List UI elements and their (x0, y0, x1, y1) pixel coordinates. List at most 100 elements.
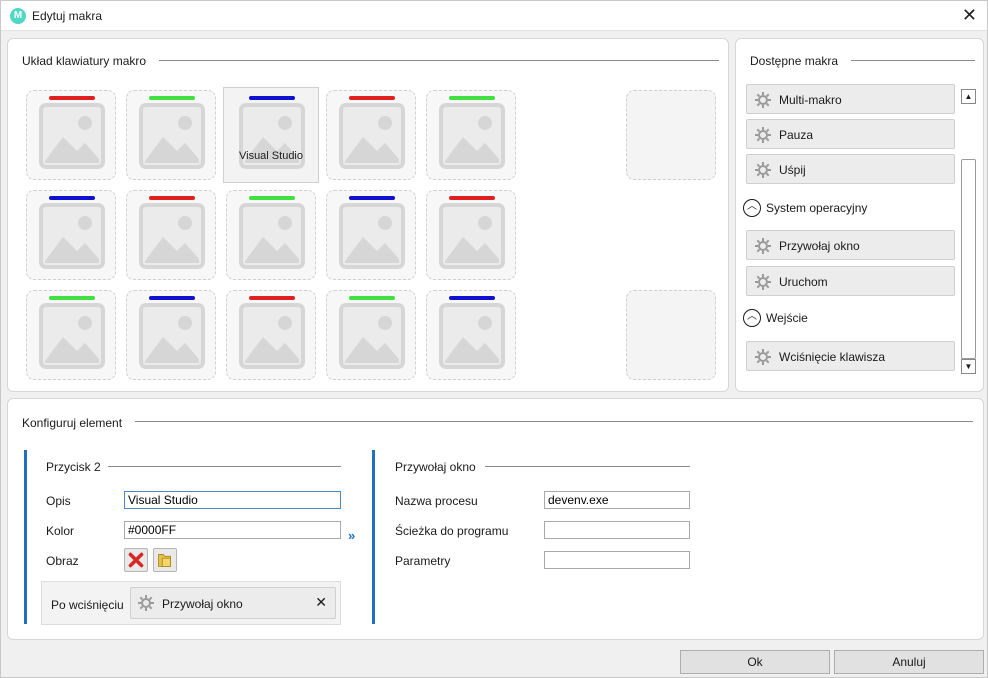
macro-key[interactable] (126, 290, 216, 380)
image-placeholder-icon (139, 203, 205, 269)
key-color-bar (249, 196, 295, 200)
key-color-bar (49, 96, 95, 100)
gear-icon (755, 349, 771, 365)
image-placeholder-icon (39, 103, 105, 169)
ok-button[interactable]: Ok (680, 650, 830, 674)
macro-item-label: Przywołaj okno (779, 239, 860, 253)
remove-image-button[interactable] (124, 548, 148, 572)
image-placeholder-icon (439, 203, 505, 269)
folder-icon (158, 554, 171, 567)
macro-key[interactable] (426, 90, 516, 180)
scroll-up-arrow-icon[interactable]: ▲ (961, 89, 976, 104)
color-label: Kolor (46, 524, 75, 538)
macro-key[interactable] (326, 190, 416, 280)
action-panel-title: Przywołaj okno (395, 460, 476, 474)
image-placeholder-icon (439, 103, 505, 169)
close-icon[interactable]: ✕ (962, 5, 977, 25)
accent-bar (24, 450, 27, 624)
macro-item-label: Uruchom (779, 275, 828, 289)
configure-element-title: Konfiguruj element (22, 416, 129, 430)
macro-item-pauza[interactable]: Pauza (746, 119, 955, 149)
key-color-bar (249, 96, 295, 100)
after-press-label: Po wciśnięciu (51, 598, 124, 612)
macro-key[interactable] (26, 190, 116, 280)
image-label: Obraz (46, 554, 79, 568)
macro-key[interactable] (26, 90, 116, 180)
parameters-label: Parametry (395, 554, 451, 568)
image-placeholder-icon (339, 303, 405, 369)
macro-item-label: Uśpij (779, 163, 806, 177)
key-color-bar (49, 196, 95, 200)
scrollbar-thumb[interactable] (961, 159, 976, 359)
macro-key[interactable]: Visual Studio (223, 87, 319, 183)
macro-key[interactable] (226, 190, 316, 280)
gear-icon (755, 92, 771, 108)
macro-key[interactable] (226, 290, 316, 380)
key-color-bar (449, 296, 495, 300)
gear-icon (755, 274, 771, 290)
cancel-button[interactable]: Anuluj (834, 650, 984, 674)
category-label: Wejście (766, 311, 808, 325)
empty-key-slot[interactable] (626, 90, 716, 180)
key-color-bar (349, 296, 395, 300)
delete-x-icon (128, 552, 144, 568)
program-path-input[interactable] (544, 521, 690, 539)
app-logo-icon: M (10, 8, 26, 24)
image-placeholder-icon (239, 203, 305, 269)
key-color-bar (149, 96, 195, 100)
scroll-down-arrow-icon[interactable]: ▼ (961, 359, 976, 374)
empty-key-slot[interactable] (626, 290, 716, 380)
gear-icon (755, 162, 771, 178)
image-placeholder-icon (39, 203, 105, 269)
gear-icon (755, 127, 771, 143)
macro-key[interactable] (126, 190, 216, 280)
macro-key[interactable] (426, 290, 516, 380)
gear-icon (755, 238, 771, 254)
divider (108, 466, 341, 467)
macro-item-uspij[interactable]: Uśpij (746, 154, 955, 184)
divider (159, 60, 719, 61)
color-input[interactable] (124, 521, 341, 539)
macro-item-label: Wciśnięcie klawisza (779, 350, 886, 364)
macro-key[interactable] (126, 90, 216, 180)
macro-key[interactable] (426, 190, 516, 280)
macro-item-przywolaj-okno[interactable]: Przywołaj okno (746, 230, 955, 260)
key-color-bar (349, 196, 395, 200)
key-color-bar (349, 96, 395, 100)
category-label: System operacyjny (766, 201, 868, 215)
image-placeholder-icon (239, 303, 305, 369)
expand-arrows-icon[interactable]: » (348, 528, 355, 543)
key-color-bar (249, 296, 295, 300)
image-placeholder-icon (39, 303, 105, 369)
image-placeholder-icon (139, 103, 205, 169)
image-placeholder-icon (139, 303, 205, 369)
process-name-label: Nazwa procesu (395, 494, 478, 508)
macro-key[interactable] (326, 290, 416, 380)
image-placeholder-icon (439, 303, 505, 369)
macro-item-uruchom[interactable]: Uruchom (746, 266, 955, 296)
desc-input[interactable] (124, 491, 341, 509)
key-color-bar (449, 196, 495, 200)
key-color-bar (49, 296, 95, 300)
chevron-up-icon[interactable]: ︿ (743, 309, 761, 327)
window-title: Edytuj makra (32, 9, 103, 23)
process-name-input[interactable] (544, 491, 690, 509)
parameters-input[interactable] (544, 551, 690, 569)
chevron-up-icon[interactable]: ︿ (743, 199, 761, 217)
key-color-bar (149, 296, 195, 300)
gear-icon (138, 595, 154, 611)
key-label: Visual Studio (238, 150, 303, 162)
key-color-bar (149, 196, 195, 200)
desc-label: Opis (46, 494, 71, 508)
browse-image-button[interactable] (153, 548, 177, 572)
macro-key[interactable] (326, 90, 416, 180)
edit-macros-window: M Edytuj makra ✕ Układ klawiatury makro … (0, 0, 988, 678)
accent-bar (372, 450, 375, 624)
remove-action-icon[interactable]: ✕ (315, 594, 327, 611)
macro-key[interactable] (26, 290, 116, 380)
assigned-action-chip[interactable]: Przywołaj okno ✕ (130, 587, 336, 619)
macro-item-wcisniecie-klawisza[interactable]: Wciśnięcie klawisza (746, 341, 955, 371)
image-placeholder-icon (339, 103, 405, 169)
macro-item-label: Multi-makro (779, 93, 842, 107)
macro-item-multi-makro[interactable]: Multi-makro (746, 84, 955, 114)
